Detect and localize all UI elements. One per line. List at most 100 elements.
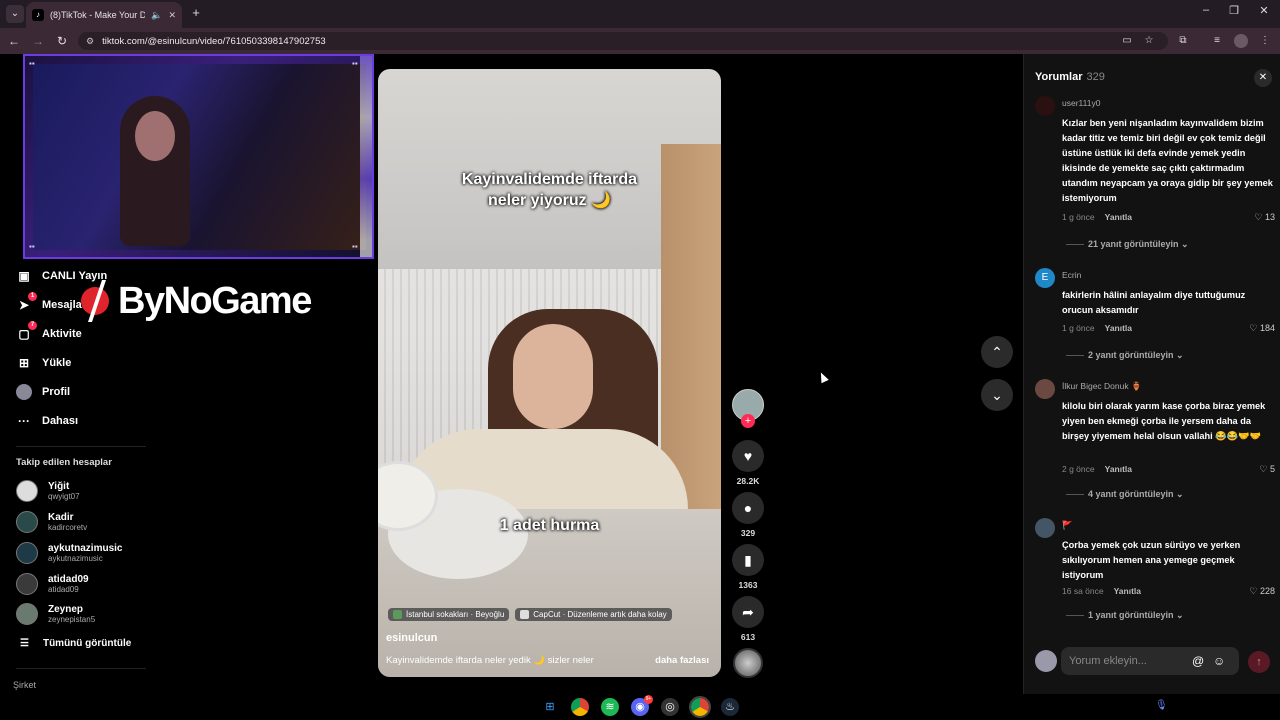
view-replies-button[interactable]: 21 yanıt görüntüleyin ⌄ [1066,239,1189,250]
music-disc-icon[interactable] [733,648,763,678]
company-link[interactable]: Şirket [13,680,36,690]
post-comment-button[interactable]: ↑ [1248,651,1270,673]
following-account[interactable]: Zeynep zeynepistan5 [16,603,95,625]
save-button[interactable]: ▮ [732,544,764,576]
forward-button[interactable]: → [30,33,46,49]
new-tab-button[interactable]: + [188,5,204,21]
reply-button[interactable]: Yanıtla [1105,464,1132,474]
nav-item-messages[interactable]: ➤ 1 Mesajlar [16,292,86,313]
cast-icon[interactable]: ▭ [1120,34,1134,48]
restore-button[interactable]: ❐ [1224,4,1244,17]
chrome-active-icon[interactable] [689,696,711,718]
address-bar[interactable]: ⚙ tiktok.com/@esinulcun/video/7610503398… [78,32,1168,50]
see-all-following-link[interactable]: ☰ Tümünü görüntüle [20,638,131,649]
reload-button[interactable]: ↻ [54,33,70,49]
show-more-link[interactable]: daha fazlası [655,655,709,666]
profile-avatar[interactable] [1234,34,1248,48]
following-account[interactable]: aykutnazimusic aykutnazimusic [16,542,122,564]
comment-like-button[interactable]: ♡ 5 [1259,464,1275,475]
comment-input-placeholder: Yorum ekleyin... [1069,655,1147,667]
reply-button[interactable]: Yanıtla [1105,212,1132,222]
tiktok-favicon-icon: ♪ [32,9,44,21]
webcam-overlay: ▪▪ ▪▪ ▪▪ ▪▪ [23,54,374,259]
more-icon: ··· [18,414,30,428]
comment-like-button[interactable]: ♡ 13 [1254,212,1275,223]
like-button[interactable]: ♥ [732,440,764,472]
nav-item-profile[interactable]: Profil [16,384,70,400]
location-tag[interactable]: İstanbul sokakları · Beyoğlu [388,608,510,621]
avatar[interactable]: E [1035,268,1055,288]
reading-list-icon[interactable]: ≡ [1210,34,1224,48]
notification-badge: 9+ [644,695,653,704]
view-replies-button[interactable]: 4 yanıt görüntüleyin ⌄ [1066,489,1184,500]
following-account[interactable]: Kadir kadircoretv [16,511,87,533]
nav-item-more[interactable]: ··· Dahası [16,413,78,429]
view-replies-button[interactable]: 2 yanıt görüntüleyin ⌄ [1066,350,1184,361]
microphone-icon[interactable]: 🎙 [1155,700,1168,711]
nav-item-upload[interactable]: ⊞ Yükle [16,355,71,371]
reply-button[interactable]: Yanıtla [1105,323,1132,333]
spotify-icon[interactable]: ≋ [601,698,619,716]
capcut-tag[interactable]: CapCut · Düzenleme artık daha kolay [515,608,672,621]
comment-like-button[interactable]: ♡ 228 [1249,586,1275,597]
discord-icon[interactable]: ◉ 9+ [631,695,653,716]
follow-plus-icon[interactable]: + [741,414,755,428]
comment-user[interactable]: Ecrin [1062,270,1081,280]
chrome-icon[interactable] [571,698,589,716]
comment-button[interactable]: ● [732,492,764,524]
comment-user[interactable]: user111y0 [1062,98,1100,108]
heart-outline-icon: ♡ [1249,323,1258,333]
close-tab-icon[interactable]: ✕ [168,10,176,21]
following-account[interactable]: Yiğit qwyigt07 [16,480,80,502]
next-video-button[interactable]: ⌄ [981,379,1013,411]
avatar[interactable] [1035,379,1055,399]
account-name: atidad09 [48,573,89,585]
comment-likes: 13 [1264,212,1275,222]
avatar [16,573,38,595]
comment-item: E Ecrin fakirlerin hâlini anlayalım diye… [1035,268,1275,368]
windows-start-icon[interactable]: ⊞ [541,698,559,716]
bookmark-star-icon[interactable]: ☆ [1142,34,1156,48]
steam-icon[interactable]: ♨ [721,698,739,716]
video-author[interactable]: esinulcun [386,632,437,644]
site-info-icon[interactable]: ⚙ [86,36,94,47]
minimize-button[interactable]: – [1196,4,1216,16]
share-button[interactable]: ➦ [732,596,764,628]
following-account[interactable]: atidad09 atidad09 [16,573,89,595]
comment-item: 🚩 Çorba yemek çok uzun sürüyo ve yerken … [1035,518,1275,628]
back-button[interactable]: ← [6,33,22,49]
comment-like-button[interactable]: ♡ 184 [1249,323,1275,334]
video-player[interactable]: Kayinvalidemde iftarda neler yiyoruz 🌙 1… [378,69,721,677]
previous-video-button[interactable]: ⌃ [981,336,1013,368]
nav-item-activity[interactable]: ▢ 7 Aktivite [16,321,82,342]
comment-user[interactable]: İlkur Bigec Donuk 🏺 [1062,381,1142,392]
nav-label: Yükle [42,357,72,369]
mention-icon[interactable]: @ [1192,647,1204,675]
see-all-label: Tümünü görüntüle [42,638,132,649]
emoji-icon[interactable]: ☺ [1213,647,1225,675]
video-tags: İstanbul sokakları · Beyoğlu CapCut · Dü… [388,608,672,621]
obs-icon[interactable]: ◎ [661,698,679,716]
avatar[interactable] [1035,96,1055,116]
tab-search-chevron-icon[interactable]: ⌄ [6,5,24,23]
browser-menu-icon[interactable]: ⋮ [1258,34,1272,48]
like-count: 28.2K [736,476,760,486]
comments-title: Yorumlar [1035,71,1083,83]
reply-button[interactable]: Yanıtla [1114,586,1141,596]
browser-tab-tiktok[interactable]: ♪ (8)TikTok - Make Your Day 🔈 ✕ [26,2,182,28]
window-close-button[interactable]: ✕ [1254,4,1274,17]
view-replies-label: 21 yanıt görüntüleyin [1088,239,1179,249]
speaker-icon[interactable]: 🔈 [151,10,162,21]
comment-input[interactable]: Yorum ekleyin... @ ☺ [1061,647,1239,675]
avatar[interactable] [1035,518,1055,538]
view-replies-button[interactable]: 1 yanıt görüntüleyin ⌄ [1066,610,1184,621]
close-comments-button[interactable]: ✕ [1254,69,1272,87]
avatar [16,480,38,502]
comment-text: kilolu biri olarak yarım kase çorba bira… [1062,401,1266,441]
video-description: Kayinvalidemde iftarda neler yedik 🌙 siz… [386,655,594,666]
comment-user[interactable]: 🚩 [1062,520,1073,531]
extensions-icon[interactable]: ⧉ [1176,34,1190,48]
account-handle: atidad09 [48,584,79,594]
chevron-down-icon: ⌄ [1181,239,1189,249]
chevron-down-icon: ⌄ [1176,489,1184,499]
